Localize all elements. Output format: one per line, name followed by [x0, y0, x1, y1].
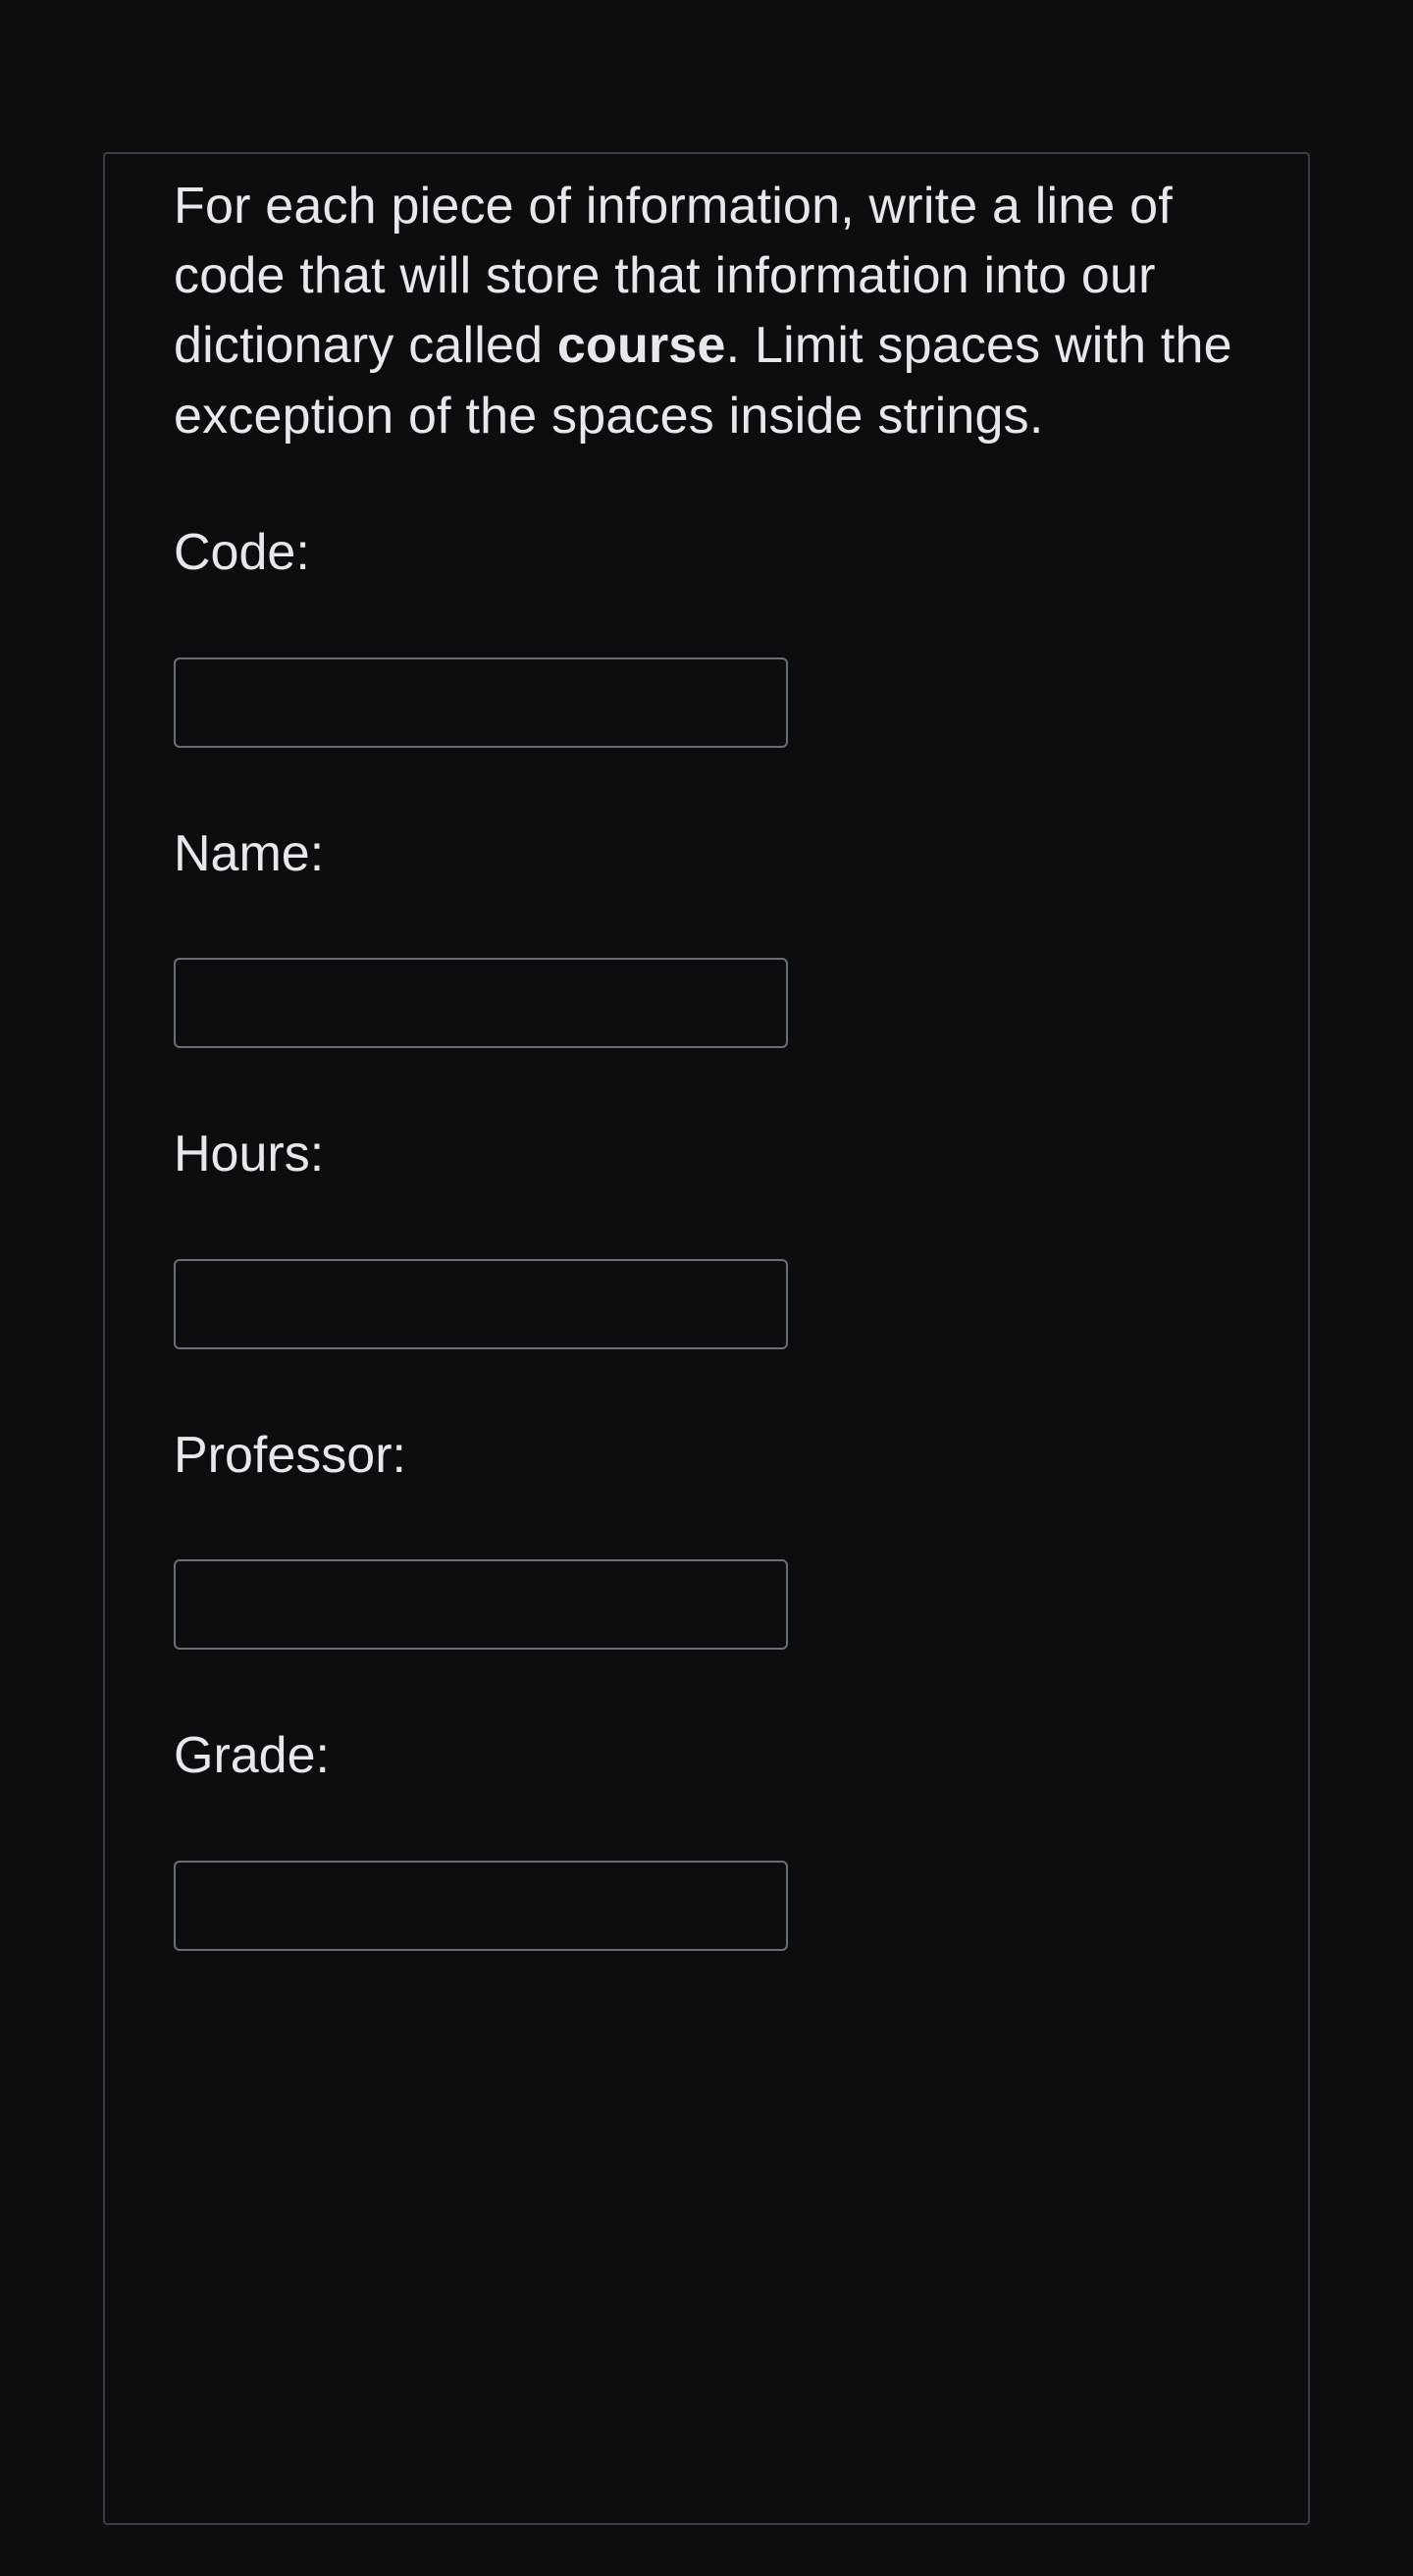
field-grade-input[interactable] [174, 1861, 788, 1951]
field-code: Code: [174, 520, 1239, 748]
field-professor-input[interactable] [174, 1559, 788, 1650]
exercise-card: For each piece of information, write a l… [103, 152, 1310, 2525]
field-hours: Hours: [174, 1122, 1239, 1349]
field-code-input[interactable] [174, 657, 788, 748]
field-grade-label: Grade: [174, 1723, 1239, 1790]
field-name-input[interactable] [174, 958, 788, 1048]
field-hours-label: Hours: [174, 1122, 1239, 1188]
instructions-text: For each piece of information, write a l… [174, 172, 1239, 451]
field-name-label: Name: [174, 821, 1239, 888]
field-code-label: Code: [174, 520, 1239, 587]
field-hours-input[interactable] [174, 1259, 788, 1349]
instructions-bold: course [557, 317, 726, 374]
field-name: Name: [174, 821, 1239, 1049]
field-professor-label: Professor: [174, 1423, 1239, 1490]
field-professor: Professor: [174, 1423, 1239, 1651]
field-grade: Grade: [174, 1723, 1239, 1951]
